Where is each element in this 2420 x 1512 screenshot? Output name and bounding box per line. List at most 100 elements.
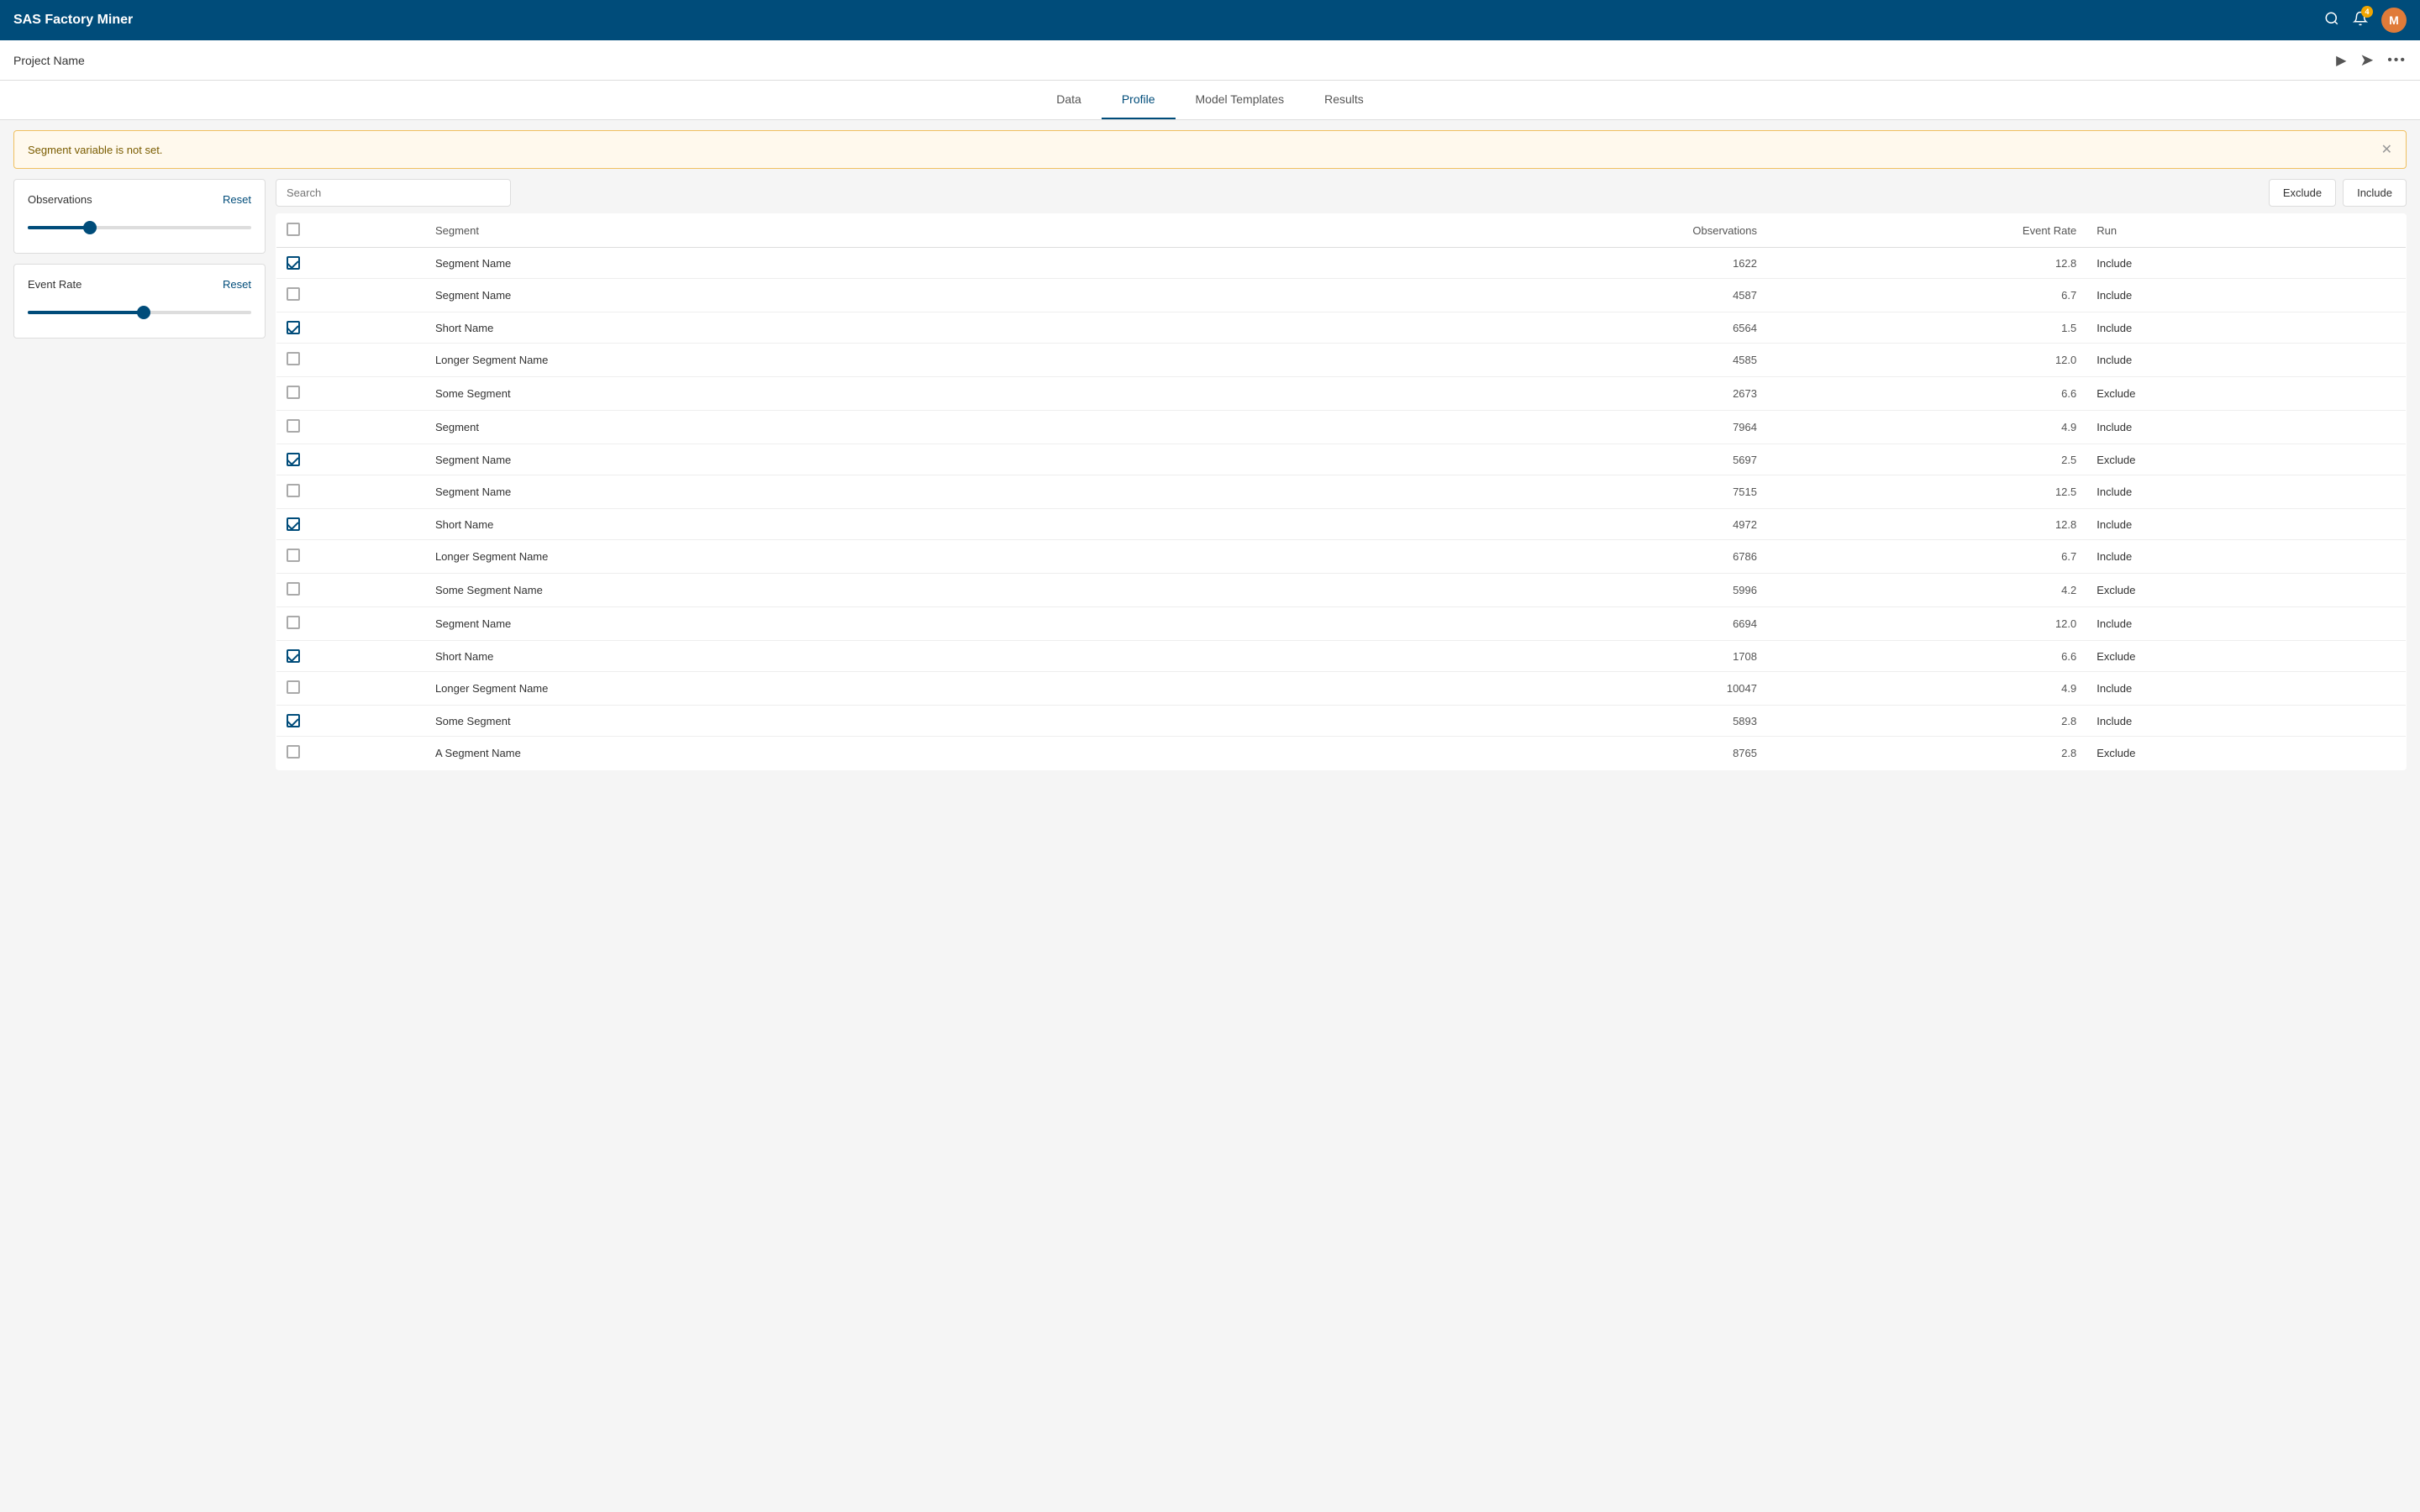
row-0-checkbox-cell [276, 248, 425, 279]
table-row: Some Segment Name59964.2Exclude [276, 574, 2407, 607]
tabs-container: Data Profile Model Templates Results [0, 81, 2420, 120]
row-5-run: Include [2086, 411, 2406, 444]
row-14-checkbox-cell [276, 706, 425, 737]
row-0-checkbox[interactable] [287, 256, 300, 270]
row-2-checkbox[interactable] [287, 321, 300, 334]
row-2-run: Include [2086, 312, 2406, 344]
row-14-checkbox[interactable] [287, 714, 300, 727]
observations-filter-card: Observations Reset [13, 179, 266, 254]
exclude-button[interactable]: Exclude [2269, 179, 2336, 207]
row-14-run: Include [2086, 706, 2406, 737]
row-7-checkbox[interactable] [287, 484, 300, 497]
row-6-event-rate: 2.5 [1767, 444, 2086, 475]
row-10-checkbox[interactable] [287, 582, 300, 596]
row-8-event-rate: 12.8 [1767, 509, 2086, 540]
event-rate-slider-track [28, 311, 251, 314]
observations-filter-title: Observations [28, 193, 92, 206]
event-rate-filter-title: Event Rate [28, 278, 82, 291]
row-13-checkbox-cell [276, 672, 425, 706]
observations-slider-thumb[interactable] [83, 221, 97, 234]
row-1-segment: Segment Name [425, 279, 1384, 312]
project-bar: Project Name ▶ ➤ ••• [0, 40, 2420, 81]
project-name: Project Name [13, 54, 85, 67]
tab-data[interactable]: Data [1036, 81, 1102, 119]
row-3-checkbox[interactable] [287, 352, 300, 365]
observations-filter-header: Observations Reset [28, 193, 251, 206]
row-9-checkbox[interactable] [287, 549, 300, 562]
row-12-observations: 1708 [1384, 641, 1767, 672]
observations-slider-fill [28, 226, 90, 229]
share-button[interactable]: ➤ [2360, 50, 2374, 71]
row-6-checkbox-cell [276, 444, 425, 475]
table-row: Longer Segment Name100474.9Include [276, 672, 2407, 706]
column-header-observations: Observations [1384, 214, 1767, 248]
row-15-segment: A Segment Name [425, 737, 1384, 770]
row-9-checkbox-cell [276, 540, 425, 574]
row-11-checkbox[interactable] [287, 616, 300, 629]
row-8-segment: Short Name [425, 509, 1384, 540]
search-input[interactable] [276, 179, 511, 207]
row-15-observations: 8765 [1384, 737, 1767, 770]
table-row: Segment Name45876.7Include [276, 279, 2407, 312]
table-row: Some Segment26736.6Exclude [276, 377, 2407, 411]
event-rate-slider-thumb[interactable] [137, 306, 150, 319]
row-2-observations: 6564 [1384, 312, 1767, 344]
play-button[interactable]: ▶ [2336, 52, 2346, 69]
table-row: Longer Segment Name458512.0Include [276, 344, 2407, 377]
column-header-event-rate: Event Rate [1767, 214, 2086, 248]
table-row: Short Name65641.5Include [276, 312, 2407, 344]
row-9-segment: Longer Segment Name [425, 540, 1384, 574]
event-rate-slider-fill [28, 311, 144, 314]
avatar[interactable]: M [2381, 8, 2407, 33]
row-8-checkbox[interactable] [287, 517, 300, 531]
table-row: A Segment Name87652.8Exclude [276, 737, 2407, 770]
row-7-event-rate: 12.5 [1767, 475, 2086, 509]
more-button[interactable]: ••• [2387, 53, 2407, 68]
event-rate-filter-header: Event Rate Reset [28, 278, 251, 291]
row-13-checkbox[interactable] [287, 680, 300, 694]
row-3-segment: Longer Segment Name [425, 344, 1384, 377]
row-15-event-rate: 2.8 [1767, 737, 2086, 770]
top-bar: SAS Factory Miner 4 M [0, 0, 2420, 40]
row-12-segment: Short Name [425, 641, 1384, 672]
select-all-checkbox[interactable] [287, 223, 300, 236]
table-row: Some Segment58932.8Include [276, 706, 2407, 737]
column-header-run: Run [2086, 214, 2406, 248]
include-button[interactable]: Include [2343, 179, 2407, 207]
row-5-checkbox-cell [276, 411, 425, 444]
top-bar-icons: 4 M [2324, 8, 2407, 33]
observations-reset-button[interactable]: Reset [223, 193, 251, 206]
row-4-checkbox[interactable] [287, 386, 300, 399]
row-12-checkbox[interactable] [287, 649, 300, 663]
app-title: SAS Factory Miner [13, 13, 133, 28]
alert-banner: Segment variable is not set. ✕ [13, 130, 2407, 169]
row-1-run: Include [2086, 279, 2406, 312]
row-15-checkbox-cell [276, 737, 425, 770]
row-1-event-rate: 6.7 [1767, 279, 2086, 312]
row-15-checkbox[interactable] [287, 745, 300, 759]
row-6-checkbox[interactable] [287, 453, 300, 466]
row-2-event-rate: 1.5 [1767, 312, 2086, 344]
row-10-observations: 5996 [1384, 574, 1767, 607]
tab-model-templates[interactable]: Model Templates [1176, 81, 1305, 119]
alert-close-button[interactable]: ✕ [2381, 141, 2392, 158]
table-header-row: Segment Observations Event Rate Run [276, 214, 2407, 248]
table-row: Longer Segment Name67866.7Include [276, 540, 2407, 574]
observations-slider[interactable] [28, 216, 251, 239]
row-3-event-rate: 12.0 [1767, 344, 2086, 377]
row-4-segment: Some Segment [425, 377, 1384, 411]
row-1-checkbox[interactable] [287, 287, 300, 301]
tab-results[interactable]: Results [1304, 81, 1384, 119]
event-rate-filter-card: Event Rate Reset [13, 264, 266, 339]
row-2-segment: Short Name [425, 312, 1384, 344]
row-11-checkbox-cell [276, 607, 425, 641]
row-5-checkbox[interactable] [287, 419, 300, 433]
event-rate-slider[interactable] [28, 301, 251, 324]
tab-profile[interactable]: Profile [1102, 81, 1176, 119]
row-4-run: Exclude [2086, 377, 2406, 411]
row-3-checkbox-cell [276, 344, 425, 377]
search-icon[interactable] [2324, 11, 2339, 30]
event-rate-reset-button[interactable]: Reset [223, 278, 251, 291]
row-0-segment: Segment Name [425, 248, 1384, 279]
notification-icon[interactable]: 4 [2353, 11, 2368, 30]
